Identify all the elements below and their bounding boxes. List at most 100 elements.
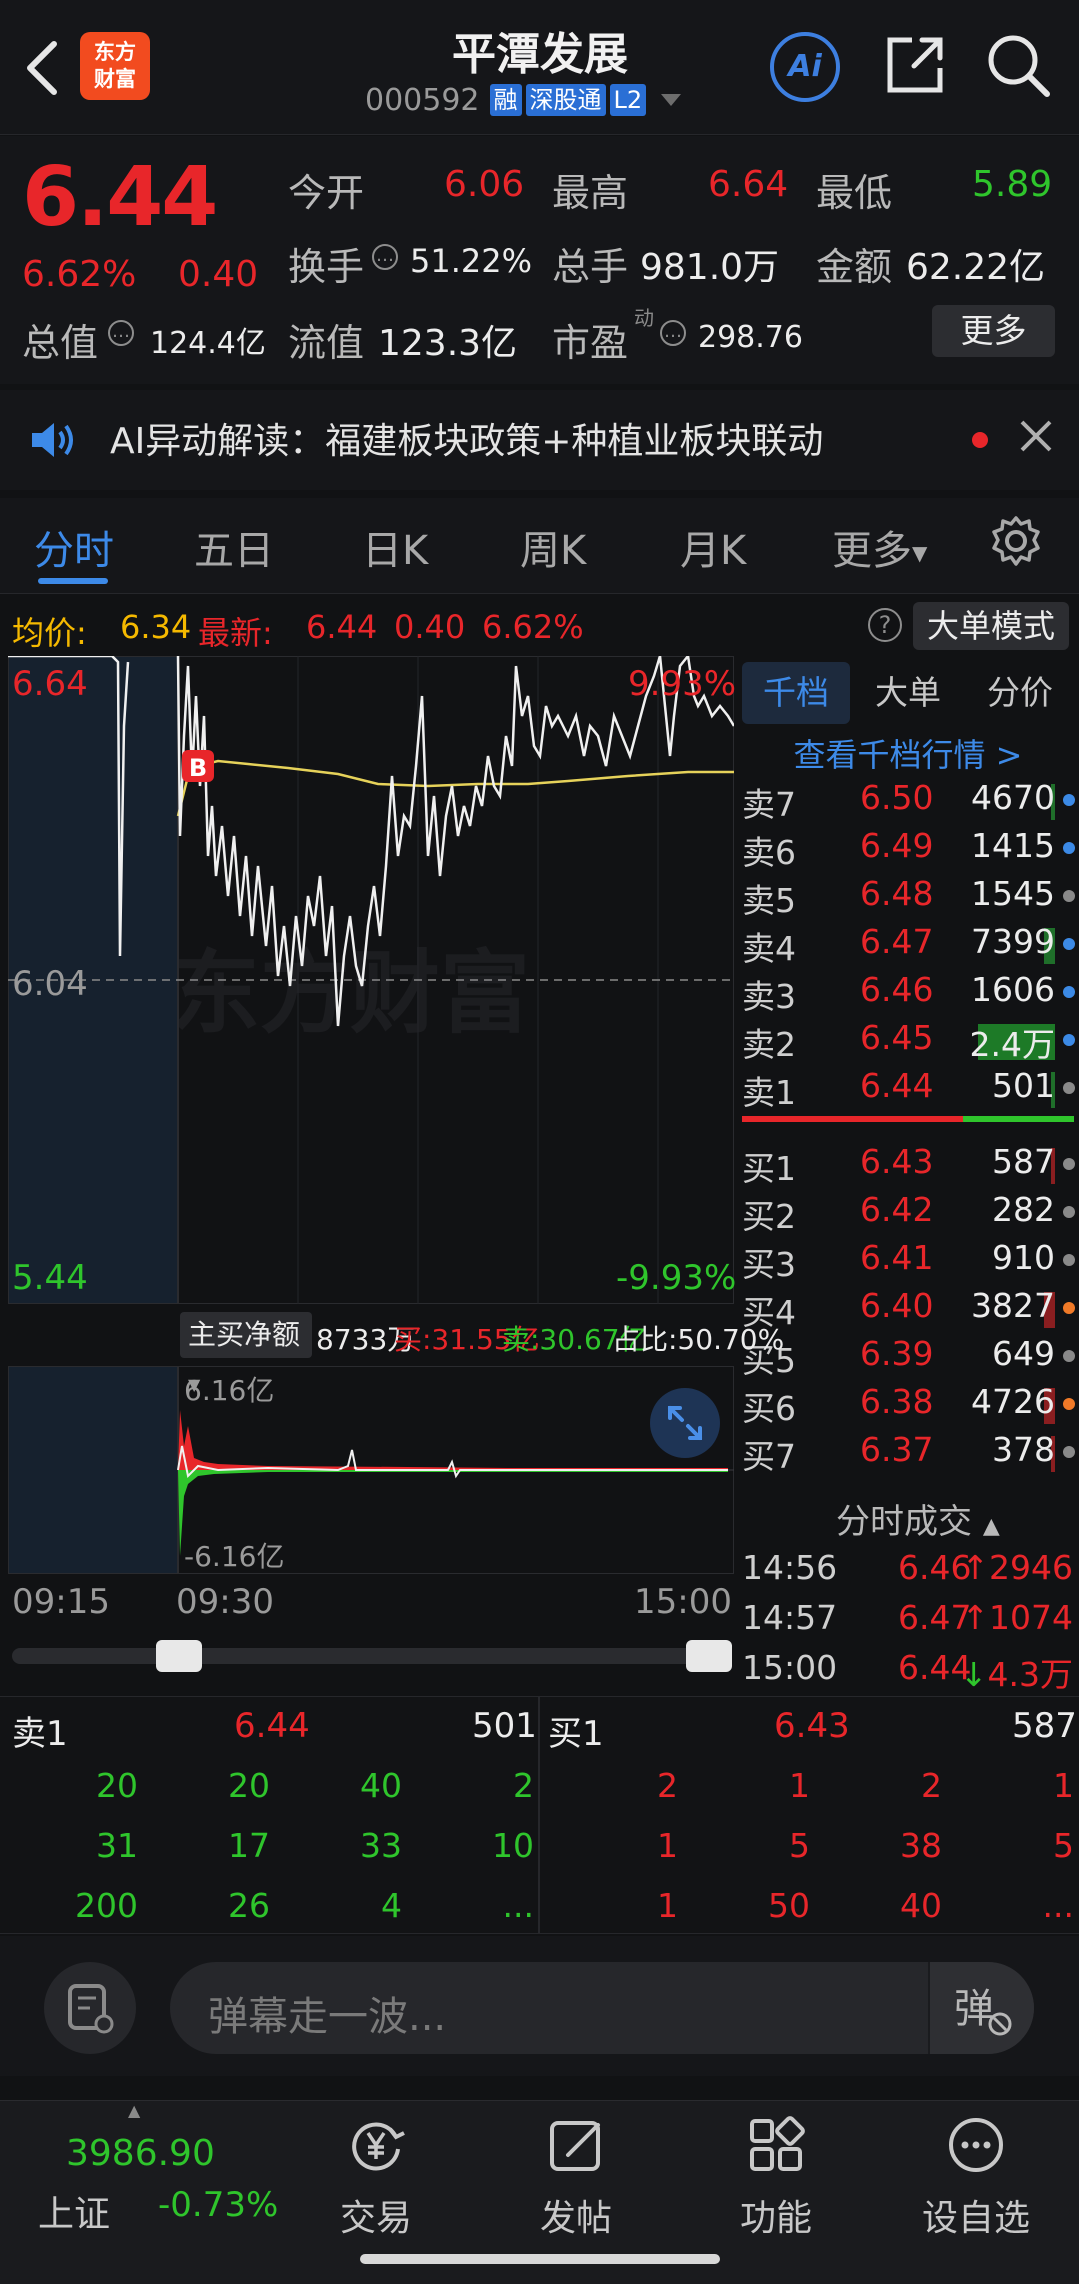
price-line — [176, 656, 734, 1027]
latest-change: 0.40 — [394, 608, 466, 646]
nav-watchlist[interactable]: 设自选 — [876, 2101, 1076, 2241]
range-handle-left[interactable] — [156, 1640, 202, 1672]
pe-label: 市盈 — [552, 321, 629, 365]
tab-thousand-level[interactable]: 千档 — [742, 662, 850, 724]
buy-flow-area — [178, 1410, 728, 1470]
quote-panel: 6.44 6.62% 0.40 今开 6.06 最高 6.64 最低 5.89 … — [0, 136, 1079, 384]
ask-price: 6.48 — [860, 874, 934, 913]
back-icon[interactable] — [22, 38, 62, 98]
down-arrow-icon: ↓ — [959, 1655, 988, 1694]
stock-code-row[interactable]: 000592 融 深股通 L2 — [365, 82, 684, 118]
amount-label: 金额 — [816, 245, 893, 289]
help-icon[interactable]: ? — [868, 608, 902, 642]
bid-price: 6.37 — [860, 1430, 934, 1469]
tab-monthly-k[interactable]: 月K — [680, 518, 746, 576]
view-thousand-level-link[interactable]: 查看千档行情 > — [742, 730, 1074, 776]
time-range-track[interactable] — [12, 1648, 732, 1664]
home-indicator[interactable] — [360, 2254, 720, 2264]
market-cap-value: 124.4亿 — [150, 326, 266, 361]
ask-row[interactable]: 卖4 6.47 7399 — [742, 922, 1077, 968]
gear-icon[interactable] — [990, 515, 1042, 567]
tab-five-day[interactable]: 五日 — [194, 518, 274, 576]
index-ticker[interactable]: ▲ 3986.90 上证 -0.73% — [30, 2101, 278, 2241]
bid-row[interactable]: 买3 6.41 910 — [742, 1238, 1077, 1284]
tab-weekly-k[interactable]: 周K — [520, 518, 586, 576]
indicator-selector[interactable]: 主买净额 ▼ — [180, 1312, 312, 1394]
bid-volume: 4726 — [971, 1382, 1055, 1421]
ask-row[interactable]: 卖6 6.49 1415 — [742, 826, 1077, 872]
book-divider — [742, 1116, 1074, 1122]
info-icon[interactable]: … — [108, 320, 134, 346]
tab-intraday[interactable]: 分时 — [34, 518, 114, 576]
bid-row[interactable]: 买1 6.43 587 — [742, 1142, 1077, 1188]
sell-queue-order: 40 — [360, 1766, 402, 1805]
tab-big-orders[interactable]: 大单 — [854, 662, 962, 724]
ask-row[interactable]: 卖2 6.45 2.4万 — [742, 1018, 1077, 1064]
search-icon[interactable] — [985, 32, 1051, 98]
dropdown-icon[interactable] — [658, 90, 684, 110]
pe-value: 298.76 — [698, 320, 803, 355]
ask-status-dot — [1063, 986, 1075, 998]
ask-price: 6.45 — [860, 1018, 934, 1057]
bid-row[interactable]: 买2 6.42 282 — [742, 1190, 1077, 1236]
intraday-chart[interactable]: B — [8, 656, 734, 1304]
close-icon[interactable] — [1016, 416, 1056, 456]
low-value: 5.89 — [972, 164, 1053, 205]
ask-price: 6.47 — [860, 922, 934, 961]
nav-functions[interactable]: 功能 — [676, 2101, 876, 2241]
tab-daily-k[interactable]: 日K — [362, 518, 428, 576]
ask-row[interactable]: 卖1 6.44 501 — [742, 1066, 1077, 1112]
chart-high-label: 6.64 — [12, 664, 88, 704]
ask-label: 卖6 — [742, 833, 796, 872]
info-icon[interactable]: … — [372, 244, 398, 270]
expand-icon[interactable] — [650, 1388, 720, 1458]
latest-label: 最新: — [198, 614, 273, 652]
tab-indicator — [38, 578, 108, 584]
danmu-toggle-icon[interactable]: 弹 — [928, 1962, 1034, 2054]
tab-price-distribution[interactable]: 分价 — [966, 662, 1074, 724]
queue-sell-label: 卖1 — [12, 1714, 68, 1754]
ask-row[interactable]: 卖5 6.48 1545 — [742, 874, 1077, 920]
tab-more[interactable]: 更多▼ — [832, 518, 927, 576]
ai-button[interactable]: Ai — [770, 32, 840, 102]
tick-time: 15:00 — [742, 1648, 838, 1687]
avg-value: 6.34 — [120, 608, 192, 646]
ask-label: 卖5 — [742, 881, 796, 920]
queue-divider — [538, 1696, 540, 1934]
nav-post[interactable]: 发帖 — [476, 2101, 676, 2241]
ask-volume: 4670 — [971, 778, 1055, 817]
bid-row[interactable]: 买6 6.38 4726 — [742, 1382, 1077, 1428]
tag-connect: 深股通 — [525, 84, 606, 116]
ai-banner[interactable]: AI异动解读：福建板块政策+种植业板块联动 — [0, 390, 1079, 490]
bid-price: 6.39 — [860, 1334, 934, 1373]
share-icon[interactable] — [884, 34, 946, 96]
ask-label: 卖7 — [742, 785, 796, 824]
tag-level2: L2 — [609, 84, 647, 116]
ask-volume: 501 — [992, 1066, 1055, 1105]
buy-queue-order: 38 — [900, 1826, 942, 1865]
app-logo: 东方财富 — [80, 32, 150, 100]
up-arrow-icon: ↑ — [961, 1548, 990, 1587]
pe-sup: 动 — [634, 306, 654, 330]
nav-trade[interactable]: 交易 — [276, 2101, 476, 2241]
ask-status-dot — [1063, 1034, 1075, 1046]
bid-row[interactable]: 买4 6.40 3827 — [742, 1286, 1077, 1332]
ask-row[interactable]: 卖3 6.46 1606 — [742, 970, 1077, 1016]
tick-volume: 1074 — [989, 1598, 1073, 1637]
net-flow-chart[interactable]: 6.16亿 -6.16亿 — [8, 1366, 734, 1574]
bid-volume: 378 — [992, 1430, 1055, 1469]
info-icon[interactable]: … — [660, 320, 686, 346]
bid-label: 买7 — [742, 1437, 796, 1476]
ask-row[interactable]: 卖7 6.50 4670 — [742, 778, 1077, 824]
ticks-title[interactable]: 分时成交 ▲ — [836, 1494, 1000, 1543]
sell-queue-order: 20 — [96, 1766, 138, 1805]
big-order-mode-button[interactable]: 大单模式 — [913, 602, 1069, 650]
more-button[interactable]: 更多 — [932, 305, 1055, 357]
logo-text: 东方财富 — [94, 40, 136, 91]
danmu-settings-icon[interactable] — [44, 1962, 136, 2054]
bid-row[interactable]: 买5 6.39 649 — [742, 1334, 1077, 1380]
bid-label: 买2 — [742, 1197, 796, 1236]
bid-row[interactable]: 买7 6.37 378 — [742, 1430, 1077, 1476]
range-handle-right[interactable] — [686, 1640, 732, 1672]
time-label-open-auction: 09:15 — [12, 1582, 110, 1622]
